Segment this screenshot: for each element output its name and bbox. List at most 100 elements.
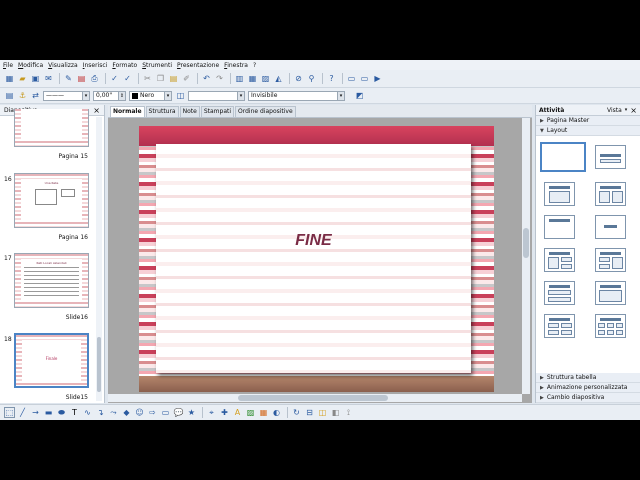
tab-normale[interactable]: Normale bbox=[110, 106, 145, 117]
scrollbar-thumb[interactable] bbox=[238, 395, 388, 401]
slide-title-text[interactable]: FINE bbox=[156, 232, 471, 250]
shadow-icon[interactable]: ◩ bbox=[354, 90, 365, 101]
horizontal-scrollbar[interactable] bbox=[108, 394, 522, 402]
slide-thumbnail[interactable]: Una Rete bbox=[14, 173, 89, 228]
lines-arrows-icon[interactable]: ⤳ bbox=[108, 407, 119, 418]
layout-title-2content-over[interactable] bbox=[544, 281, 575, 305]
anchor-icon[interactable]: ⚓ bbox=[17, 90, 28, 101]
open-icon[interactable]: ▰ bbox=[17, 73, 28, 84]
section-animazione-personalizzata[interactable]: ▶ Animazione personalizzata bbox=[536, 383, 640, 393]
redo-icon[interactable]: ↷ bbox=[214, 73, 225, 84]
arrow-style-icon[interactable]: ⇄ bbox=[30, 90, 41, 101]
curve-icon[interactable]: ∿ bbox=[82, 407, 93, 418]
slide-thumbnail-selected[interactable]: Finale bbox=[14, 333, 89, 388]
slide-layout-icon[interactable]: ▭ bbox=[346, 73, 357, 84]
cut-icon[interactable]: ✂ bbox=[142, 73, 153, 84]
flowchart-icon[interactable]: ▭ bbox=[160, 407, 171, 418]
slide-thumbnail[interactable] bbox=[14, 109, 89, 147]
callouts-icon[interactable]: 💬 bbox=[173, 407, 184, 418]
area-fill-icon[interactable]: ◫ bbox=[175, 90, 186, 101]
block-arrows-icon[interactable]: ⇨ bbox=[147, 407, 158, 418]
menu-file[interactable]: File bbox=[3, 62, 13, 69]
tab-stampati[interactable]: Stampati bbox=[200, 106, 235, 117]
scrollbar-thumb[interactable] bbox=[97, 337, 101, 392]
rotate-icon[interactable]: ↻ bbox=[291, 407, 302, 418]
close-icon[interactable]: × bbox=[93, 106, 100, 115]
layout-title-2content-content[interactable] bbox=[544, 248, 575, 272]
menu-modifica[interactable]: Modifica bbox=[18, 62, 43, 69]
chevron-down-icon[interactable]: ▾ bbox=[625, 107, 628, 113]
layout-blank[interactable] bbox=[540, 142, 586, 172]
stars-icon[interactable]: ★ bbox=[186, 407, 197, 418]
view-menu-button[interactable]: Vista bbox=[607, 107, 622, 114]
menu-inserisci[interactable]: Inserisci bbox=[83, 62, 108, 69]
layout-title-only[interactable] bbox=[544, 215, 575, 239]
area-fill-select[interactable]: Invisibile bbox=[248, 90, 338, 101]
tab-note[interactable]: Note bbox=[179, 106, 200, 117]
print-icon[interactable]: ⎙ bbox=[89, 73, 100, 84]
navigator-icon[interactable]: ⊘ bbox=[293, 73, 304, 84]
glue-points-icon[interactable]: ✚ bbox=[219, 407, 230, 418]
email-icon[interactable]: ✉ bbox=[43, 73, 54, 84]
gallery-icon[interactable]: ▦ bbox=[258, 407, 269, 418]
clone-format-icon[interactable]: ✐ bbox=[181, 73, 192, 84]
alignment-icon[interactable]: ⊟ bbox=[304, 407, 315, 418]
vertical-scrollbar[interactable] bbox=[522, 118, 530, 394]
chevron-down-icon[interactable]: ▾ bbox=[338, 90, 345, 101]
tab-ordine-diapositive[interactable]: Ordine diapositive bbox=[235, 106, 296, 117]
line-style-select[interactable]: ——— bbox=[43, 90, 83, 101]
chart-icon[interactable]: ▥ bbox=[234, 73, 245, 84]
menu-presentazione[interactable]: Presentazione bbox=[177, 62, 219, 69]
section-pagina-master[interactable]: ▶ Pagina Master bbox=[536, 116, 640, 126]
help-icon[interactable]: ? bbox=[326, 73, 337, 84]
autospell-icon[interactable]: ✓ bbox=[122, 73, 133, 84]
tab-struttura[interactable]: Struttura bbox=[145, 106, 179, 117]
slideshow-icon[interactable]: ▶ bbox=[372, 73, 383, 84]
chevron-down-icon[interactable]: ▾ bbox=[83, 90, 90, 101]
paste-icon[interactable]: ▤ bbox=[168, 73, 179, 84]
arrow-line-icon[interactable]: → bbox=[30, 407, 41, 418]
line-color-select[interactable]: Nero bbox=[129, 90, 165, 101]
text-icon[interactable]: T bbox=[69, 407, 80, 418]
spin-icon[interactable]: ⇕ bbox=[119, 90, 126, 101]
draw-functions-icon[interactable]: ◭ bbox=[273, 73, 284, 84]
slide-thumbnail[interactable]: Reti Locali Aziendali bbox=[14, 253, 89, 308]
menu-help[interactable]: ? bbox=[253, 62, 256, 69]
line-icon[interactable]: ╱ bbox=[17, 407, 28, 418]
slides-scrollbar[interactable] bbox=[96, 117, 102, 401]
edit-file-icon[interactable]: ✎ bbox=[63, 73, 74, 84]
area-style-select[interactable] bbox=[188, 90, 238, 101]
menu-finestra[interactable]: Finestra bbox=[224, 62, 248, 69]
zoom-icon[interactable]: ⚲ bbox=[306, 73, 317, 84]
spellcheck-icon[interactable]: ✓ bbox=[109, 73, 120, 84]
close-icon[interactable]: × bbox=[630, 106, 637, 115]
points-icon[interactable]: ⌖ bbox=[206, 407, 217, 418]
select-icon[interactable]: ⬚ bbox=[4, 407, 15, 418]
crop-icon[interactable]: ⟟ bbox=[343, 407, 354, 418]
section-struttura-tabella[interactable]: ▶ Struttura tabella bbox=[536, 373, 640, 383]
rectangle-icon[interactable]: ▬ bbox=[43, 407, 54, 418]
chevron-down-icon[interactable]: ▾ bbox=[165, 90, 172, 101]
image-icon[interactable]: ▨ bbox=[260, 73, 271, 84]
slide-canvas[interactable]: FINE bbox=[139, 126, 494, 392]
menu-strumenti[interactable]: Strumenti bbox=[142, 62, 172, 69]
connector-icon[interactable]: ↴ bbox=[95, 407, 106, 418]
layout-title-content-over[interactable] bbox=[595, 281, 626, 305]
ellipse-icon[interactable]: ⬬ bbox=[56, 407, 67, 418]
arrange-icon[interactable]: ◫ bbox=[317, 407, 328, 418]
export-pdf-icon[interactable]: ▤ bbox=[76, 73, 87, 84]
slide-design-icon[interactable]: ▭ bbox=[359, 73, 370, 84]
from-file-icon[interactable]: ▨ bbox=[245, 407, 256, 418]
basic-shapes-icon[interactable]: ◆ bbox=[121, 407, 132, 418]
copy-icon[interactable]: ❐ bbox=[155, 73, 166, 84]
layout-title-content[interactable] bbox=[544, 182, 575, 206]
layout-title-slide[interactable] bbox=[595, 145, 626, 169]
line-width-field[interactable]: 0,00" bbox=[93, 90, 119, 101]
line-style-icon[interactable]: ▤ bbox=[4, 90, 15, 101]
new-document-icon[interactable]: ▦ bbox=[4, 73, 15, 84]
save-icon[interactable]: ▣ bbox=[30, 73, 41, 84]
menu-formato[interactable]: Formato bbox=[112, 62, 137, 69]
layout-title-4content[interactable] bbox=[544, 314, 575, 338]
chevron-down-icon[interactable]: ▾ bbox=[238, 90, 245, 101]
layout-title-6content[interactable] bbox=[595, 314, 626, 338]
